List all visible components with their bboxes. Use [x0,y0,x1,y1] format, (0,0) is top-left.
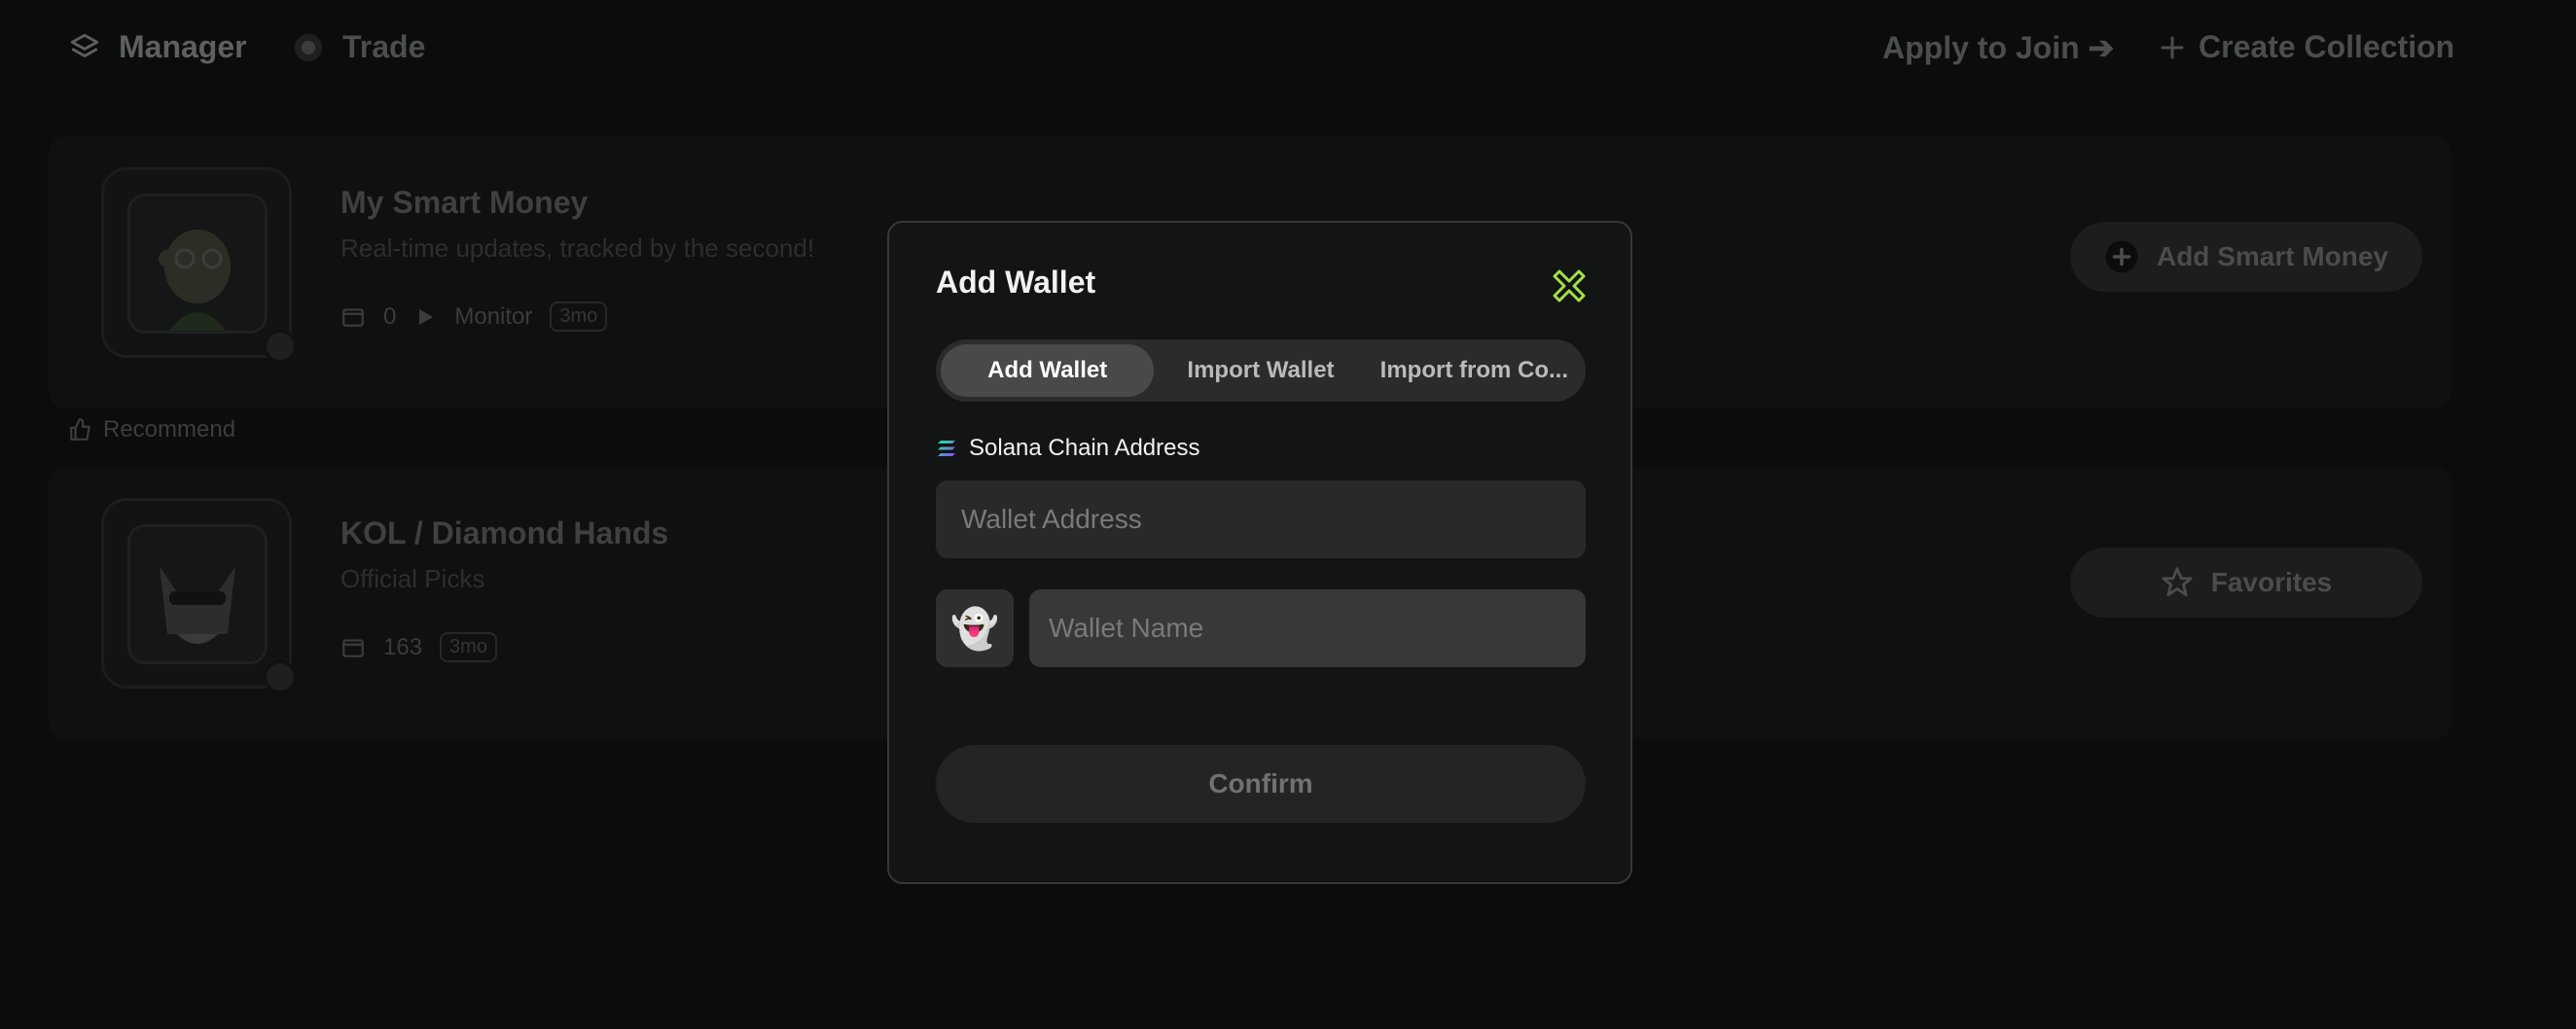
wallet-address-input[interactable] [936,480,1586,558]
tab-import-from[interactable]: Import from Co... [1368,344,1581,397]
thumbs-up-icon [70,418,90,441]
raccoon-avatar-image [127,524,268,664]
modal-title: Add Wallet [936,265,1096,300]
recommend-heading: Recommend [68,416,235,444]
card-title: My Smart Money [340,185,589,220]
chain-label-text: Solana Chain Address [969,435,1200,461]
ghost-icon: 👻 [950,607,999,651]
avatar-badge [264,330,297,363]
trade-icon [294,33,323,61]
create-collection-button[interactable]: Create Collection [2158,29,2454,65]
folder-icon [342,307,364,327]
tab-add-wallet[interactable]: Add Wallet [941,344,1155,397]
apply-to-join-label: Apply to Join ➔ [1882,30,2115,65]
plus-icon [2161,36,2184,58]
star-icon [2162,567,2193,597]
top-bar: Manager Trade Apply to Join ➔ Create Col… [0,0,2576,107]
add-wallet-modal: Add Wallet Add Wallet Import Wallet Impo… [887,221,1632,884]
nav-trade[interactable]: Trade [292,29,425,65]
nav-manager-label: Manager [119,29,247,64]
age-tag: 3mo [550,302,608,332]
tab-import-wallet[interactable]: Import Wallet [1154,344,1367,397]
card-count: 0 [383,302,397,330]
play-icon [419,308,434,325]
close-button[interactable] [1549,266,1590,306]
card-subtitle: Official Picks [340,564,485,593]
plus-circle-icon [2105,240,2138,273]
folder-icon [342,638,364,657]
recommend-label: Recommend [103,416,236,443]
avatar-badge [264,660,297,693]
monkey-avatar-image [127,194,268,334]
favorites-label: Favorites [2210,567,2333,597]
avatar [101,498,297,693]
monitor-label[interactable]: Monitor [454,303,532,331]
wallet-emoji-picker[interactable]: 👻 [936,589,1014,667]
card-meta: 163 3mo [340,632,497,662]
chain-address-label: Solana Chain Address [936,435,1200,462]
wallet-tabs: Add Wallet Import Wallet Import from Co.… [936,339,1586,402]
nav-manager[interactable]: Manager [68,29,247,65]
confirm-button[interactable]: Confirm [936,745,1586,823]
card-title: KOL / Diamond Hands [340,515,669,550]
close-icon [1553,269,1586,302]
favorites-button[interactable]: Favorites [2070,548,2422,618]
add-smart-money-label: Add Smart Money [2156,241,2389,271]
card-count: 163 [383,633,423,660]
age-tag: 3mo [440,632,497,662]
apply-to-join-link[interactable]: Apply to Join ➔ [1882,29,2114,66]
card-subtitle: Real-time updates, tracked by the second… [340,233,815,263]
add-smart-money-button[interactable]: Add Smart Money [2070,222,2422,292]
layers-icon [70,33,99,57]
solana-icon [938,441,955,456]
avatar [101,167,297,363]
create-collection-label: Create Collection [2199,29,2455,64]
nav-trade-label: Trade [342,29,426,64]
wallet-name-input[interactable] [1029,589,1586,667]
confirm-label: Confirm [1208,768,1313,798]
card-meta: 0 Monitor 3mo [340,302,608,332]
